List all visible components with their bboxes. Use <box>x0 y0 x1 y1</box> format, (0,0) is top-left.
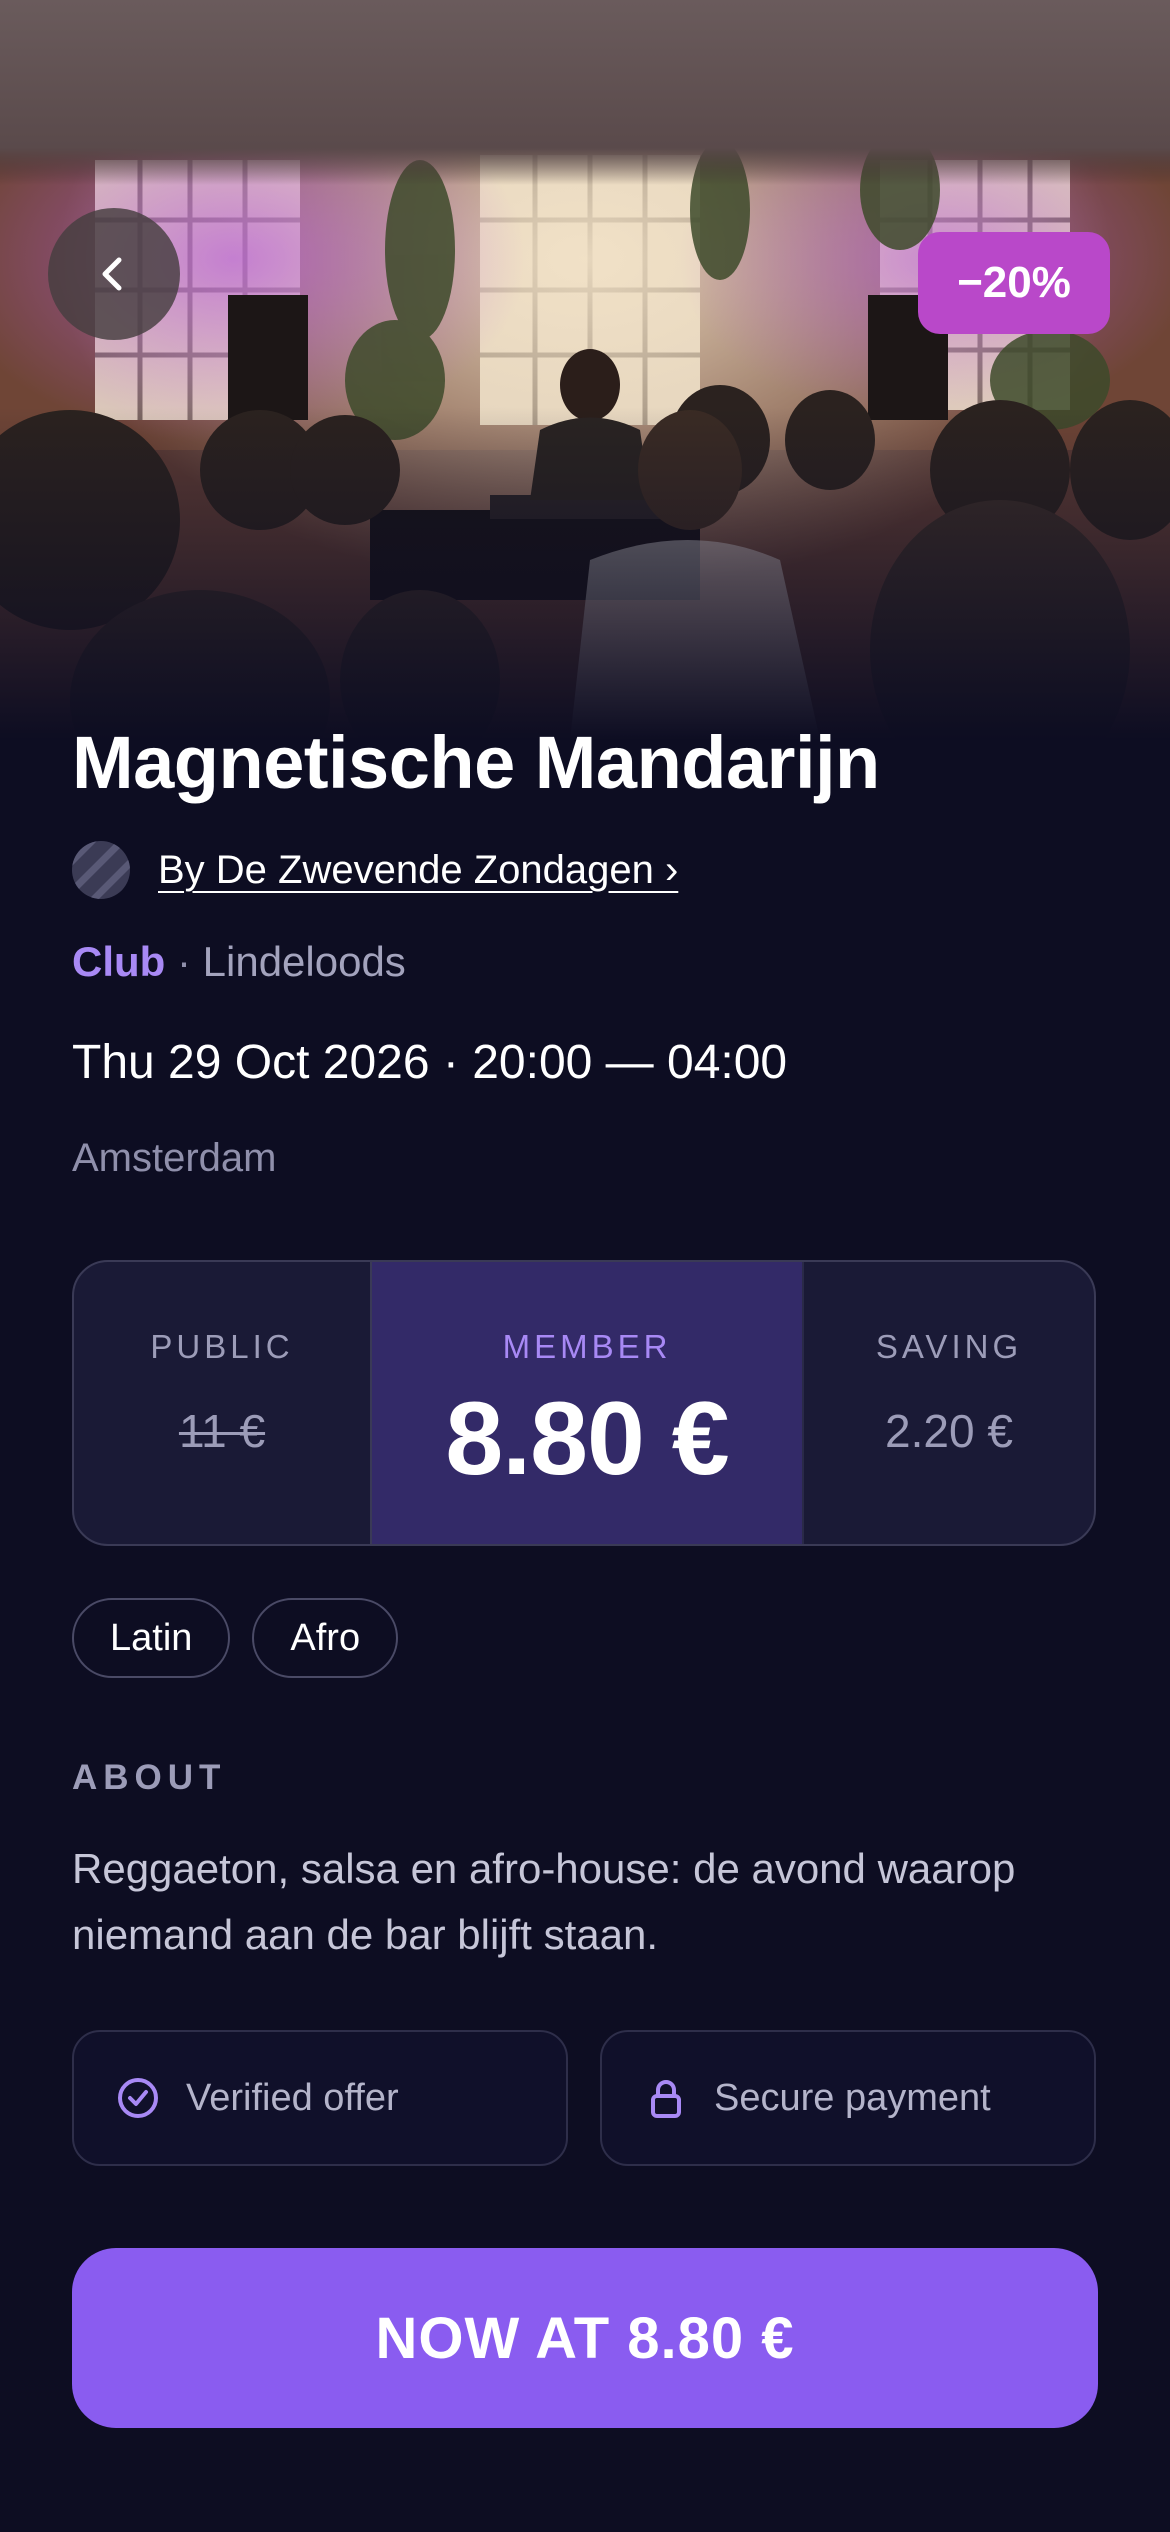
member-price-label: MEMBER <box>502 1328 672 1365</box>
event-city: Amsterdam <box>72 1136 277 1180</box>
saving-value: 2.20 € <box>885 1405 1013 1457</box>
saving-column: SAVING 2.20 € <box>802 1262 1094 1544</box>
event-datetime: Thu 29 Oct 2026 · 20:00 — 04:00 <box>72 1036 788 1089</box>
discount-badge: −20% <box>918 232 1110 334</box>
about-heading: ABOUT <box>72 1758 227 1797</box>
category-line: Club · Lindeloods <box>72 936 406 988</box>
event-category: Club <box>72 938 166 985</box>
public-price-value: 11 € <box>178 1405 266 1457</box>
organizer-row[interactable]: By De Zwevende Zondagen › <box>72 840 678 900</box>
category-separator: · <box>165 938 203 985</box>
member-price-value: 8.80 € <box>445 1381 729 1497</box>
back-button[interactable] <box>48 208 180 340</box>
public-price-label: PUBLIC <box>150 1328 294 1365</box>
verified-offer-card: Verified offer <box>72 2030 568 2166</box>
secure-payment-label: Secure payment <box>714 2076 991 2119</box>
verified-offer-label: Verified offer <box>186 2076 399 2119</box>
tag-latin[interactable]: Latin <box>72 1598 231 1678</box>
genre-tags: Latin Afro <box>72 1598 420 1678</box>
about-text: Reggaeton, salsa en afro-house: de avond… <box>72 1845 1016 1958</box>
organizer-avatar <box>72 841 130 899</box>
chevron-left-icon <box>102 257 122 291</box>
member-price-column: MEMBER 8.80 € <box>372 1262 802 1544</box>
secure-payment-card: Secure payment <box>600 2030 1096 2166</box>
organizer-link[interactable]: By De Zwevende Zondagen › <box>158 848 678 893</box>
striped-avatar <box>72 841 130 899</box>
saving-label: SAVING <box>875 1328 1023 1365</box>
event-venue: Lindeloods <box>202 938 406 985</box>
buy-now-button[interactable]: NOW AT 8.80 € <box>72 2248 1098 2428</box>
tag-afro[interactable]: Afro <box>252 1598 399 1678</box>
public-price-column: PUBLIC 11 € <box>74 1262 372 1544</box>
event-title: Magnetische Mandarijn <box>72 721 880 804</box>
lock-icon <box>644 2076 688 2120</box>
crowded-club-dj-photo <box>0 0 1170 740</box>
price-comparison: PUBLIC 11 € MEMBER 8.80 € SAVING 2.20 € <box>72 1260 1096 1546</box>
check-circle-icon <box>116 2076 160 2120</box>
hero-image: −20% <box>0 0 1170 740</box>
